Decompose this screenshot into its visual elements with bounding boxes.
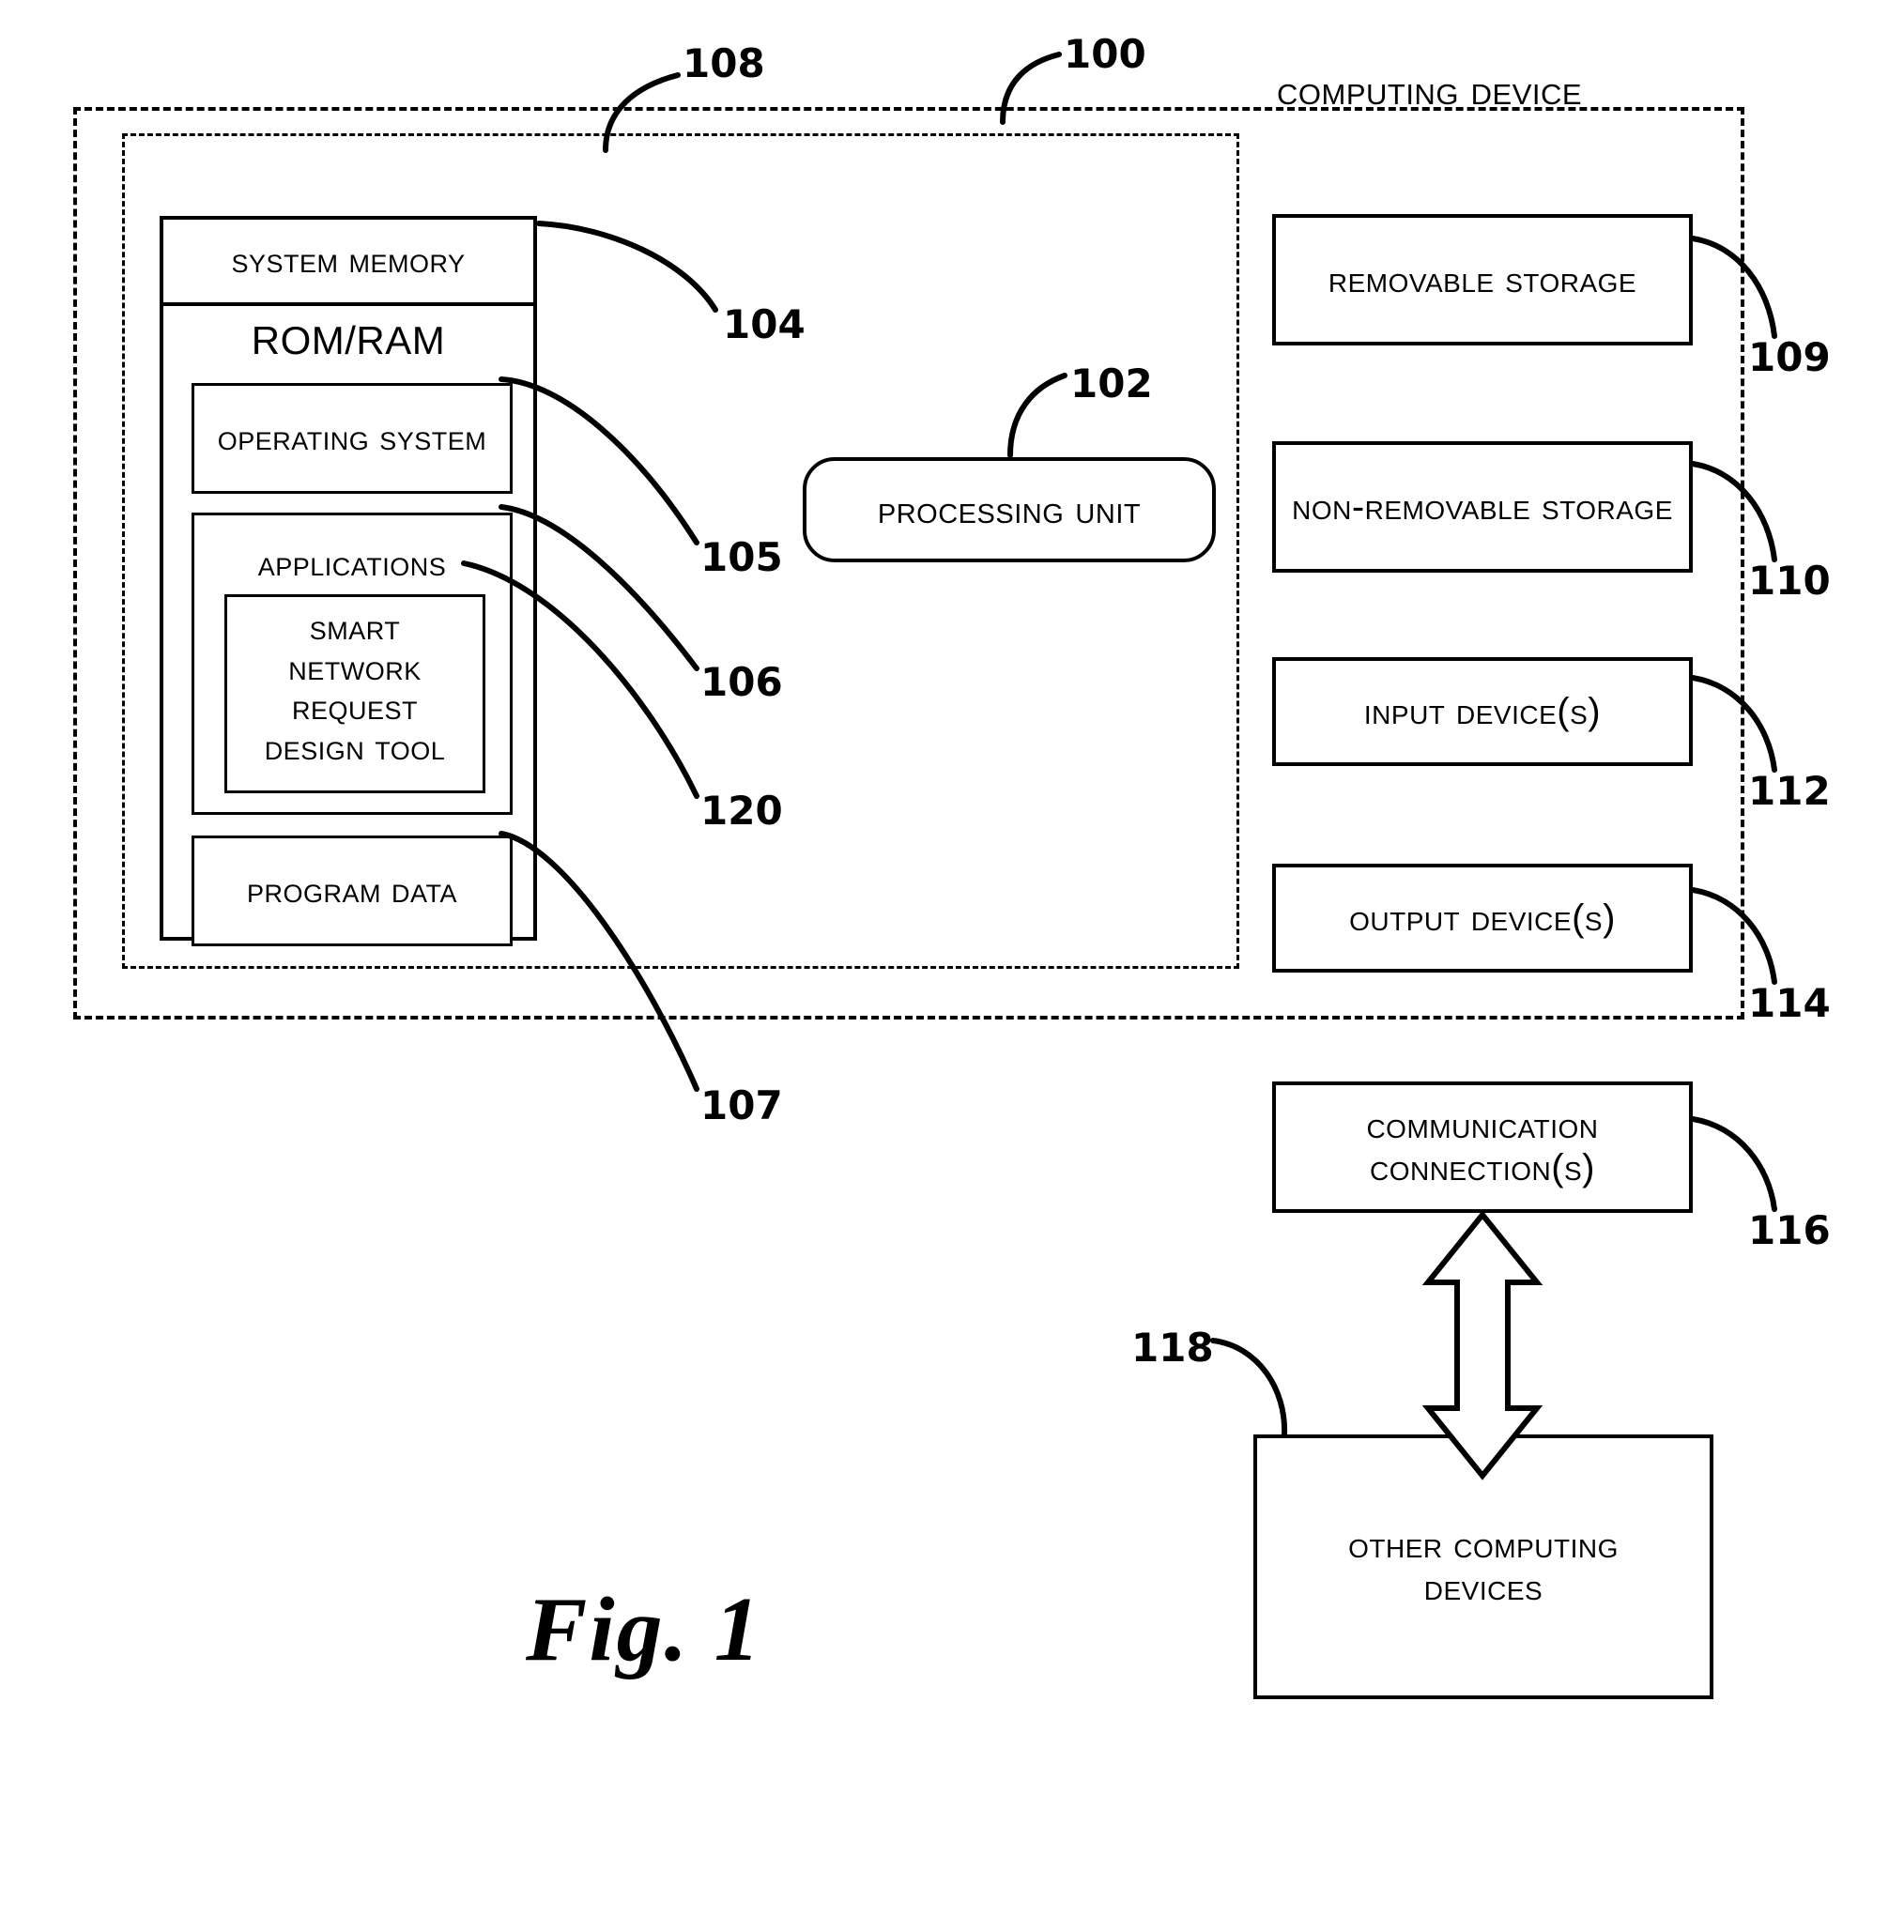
input-devices-label: Input Device(s)	[1363, 690, 1602, 732]
communication-connections-box: Communication Connection(s)	[1272, 1081, 1693, 1213]
ref-114: 114	[1748, 980, 1831, 1026]
figure-caption: Fig. 1	[526, 1579, 762, 1680]
input-devices-box: Input Device(s)	[1272, 657, 1693, 766]
figure-title: Computing Device	[1277, 68, 1583, 114]
system-memory-header: System Memory	[163, 220, 533, 302]
removable-storage-label: Removable Storage	[1328, 258, 1637, 300]
program-data-label: Program Data	[246, 870, 458, 911]
ref-108: 108	[683, 40, 765, 86]
operating-system-box: Operating System	[192, 383, 513, 494]
leader-118	[1210, 1338, 1288, 1437]
ref-100: 100	[1064, 31, 1146, 77]
ref-118: 118	[1131, 1325, 1214, 1371]
non-removable-storage-box: Non-Removable Storage	[1272, 441, 1693, 573]
applications-header: Applications	[194, 540, 510, 589]
tool-line-4: Design Tool	[264, 728, 446, 768]
tool-line-3: Request	[291, 688, 419, 728]
tool-label-lines: Smart Network Request Design Tool	[227, 608, 483, 768]
tool-line-2: Network	[288, 648, 422, 688]
ref-120: 120	[700, 788, 783, 834]
ref-107: 107	[700, 1082, 783, 1128]
output-devices-box: Output Device(s)	[1272, 864, 1693, 973]
ref-105: 105	[700, 534, 783, 580]
processing-unit-box: Processing Unit	[803, 457, 1216, 562]
patent-figure-1: System Memory ROM/RAM Operating System A…	[0, 0, 1904, 1932]
ref-110: 110	[1748, 558, 1831, 604]
applications-box: Applications Smart Network Request Desig…	[192, 513, 513, 815]
non-removable-storage-label: Non-Removable Storage	[1292, 485, 1673, 528]
processing-unit-label: Processing Unit	[877, 487, 1142, 532]
other-computing-devices-box: Other Computing Devices	[1253, 1434, 1713, 1699]
rom-ram-label: ROM/RAM	[251, 318, 446, 363]
system-memory-label: System Memory	[231, 240, 466, 281]
tool-line-1: Smart	[309, 608, 401, 648]
ref-106: 106	[700, 659, 783, 705]
program-data-box: Program Data	[192, 836, 513, 946]
ref-102: 102	[1070, 360, 1153, 406]
rom-ram-row: ROM/RAM	[163, 306, 533, 376]
ref-112: 112	[1748, 768, 1831, 814]
ref-104: 104	[723, 301, 806, 347]
removable-storage-box: Removable Storage	[1272, 214, 1693, 345]
system-memory-box: System Memory ROM/RAM Operating System A…	[160, 216, 537, 946]
output-devices-label: Output Device(s)	[1349, 897, 1616, 939]
communication-connections-label: Communication Connection(s)	[1366, 1105, 1599, 1188]
operating-system-label: Operating System	[217, 418, 487, 458]
applications-label: Applications	[257, 544, 447, 584]
other-computing-devices-label: Other Computing Devices	[1348, 1525, 1619, 1608]
leader-116	[1690, 1116, 1777, 1212]
ref-116: 116	[1748, 1207, 1831, 1253]
smart-network-request-design-tool-box: Smart Network Request Design Tool	[224, 594, 485, 793]
ref-109: 109	[1748, 334, 1831, 380]
